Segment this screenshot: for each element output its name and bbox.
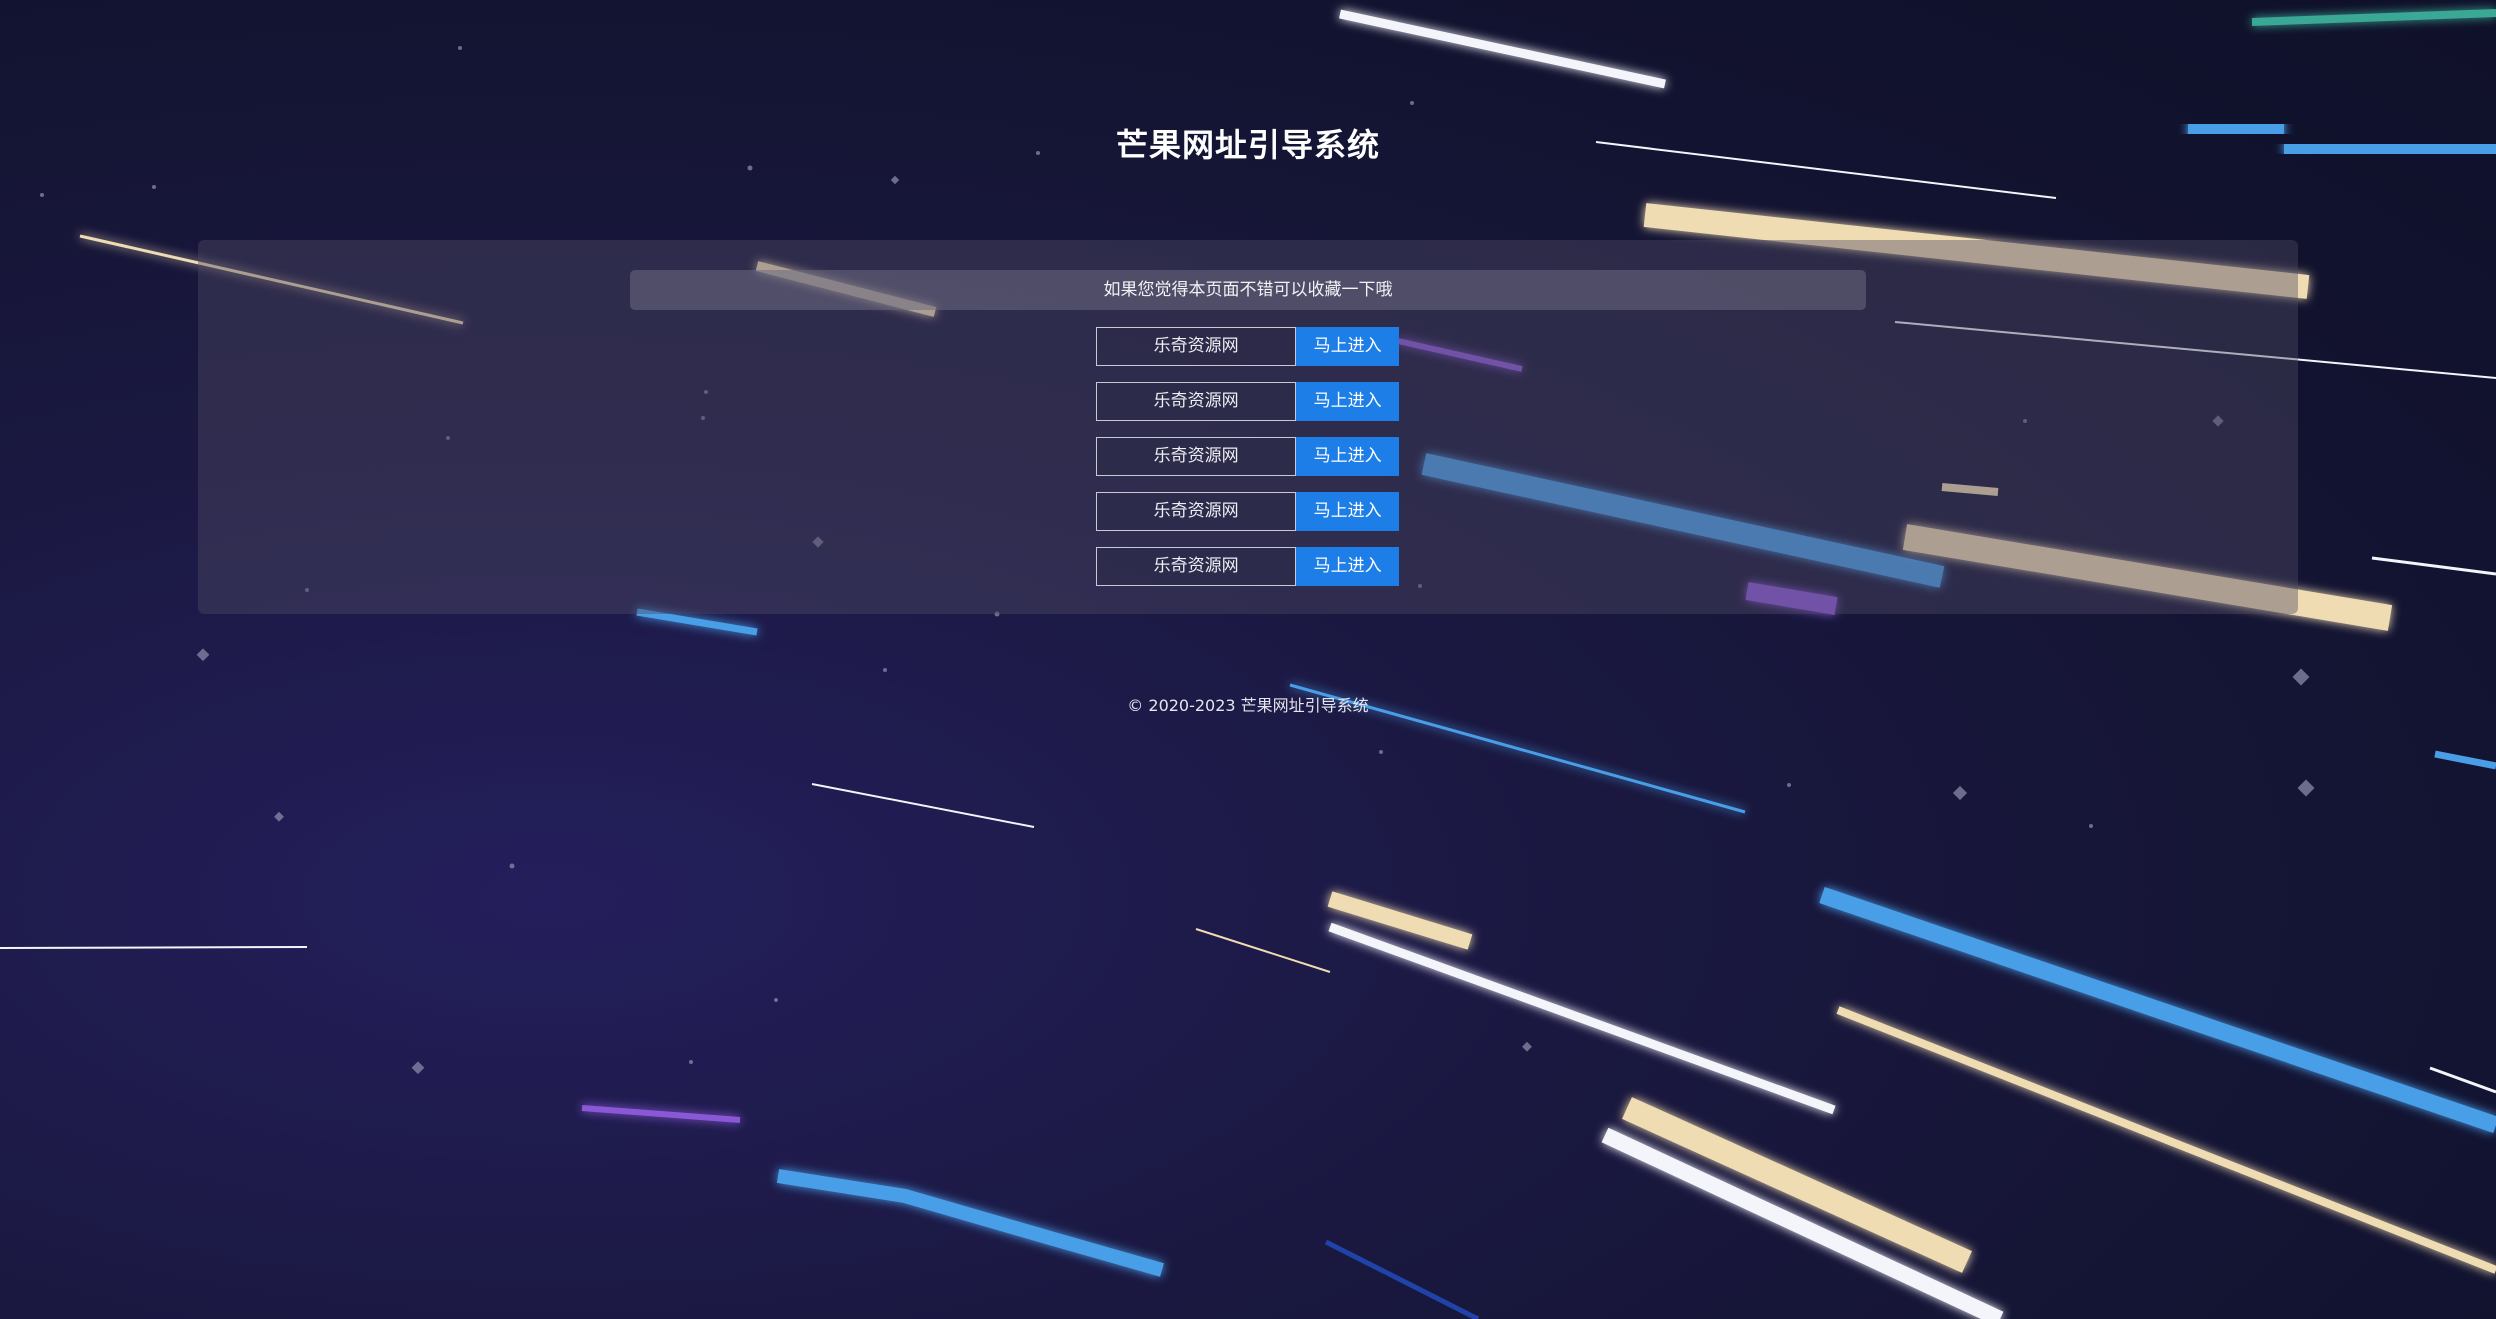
site-name-field[interactable]: 乐奇资源网 — [1096, 382, 1297, 421]
light-streak — [1819, 886, 2496, 1134]
light-streak — [636, 608, 758, 636]
star-particle — [1787, 783, 1791, 787]
star-particle — [890, 175, 900, 185]
star-particle — [883, 668, 887, 672]
star-particle — [747, 165, 753, 171]
star-particle — [2292, 668, 2310, 686]
list-item: 乐奇资源网 马上进入 — [1096, 437, 1399, 476]
light-streak — [1195, 928, 1331, 973]
star-particle — [1522, 1041, 1532, 1052]
site-name-field[interactable]: 乐奇资源网 — [1096, 437, 1297, 476]
list-item: 乐奇资源网 马上进入 — [1096, 382, 1399, 421]
star-particle — [509, 863, 515, 869]
light-streak — [581, 1105, 741, 1123]
star-particle — [1379, 750, 1383, 754]
light-streak — [2434, 750, 2496, 770]
enter-button[interactable]: 马上进入 — [1296, 492, 1399, 531]
star-particle — [40, 193, 44, 197]
star-particle — [2089, 824, 2093, 828]
light-streak — [1622, 1097, 1972, 1273]
enter-button[interactable]: 马上进入 — [1296, 547, 1399, 586]
star-particle — [774, 998, 778, 1002]
light-streak — [811, 783, 1035, 828]
list-item: 乐奇资源网 马上进入 — [1096, 327, 1399, 366]
light-streak — [1328, 922, 1836, 1115]
star-particle — [689, 1060, 693, 1064]
star-particle — [274, 811, 284, 822]
star-particle — [411, 1061, 425, 1075]
light-streak — [1836, 1006, 2496, 1274]
star-particle — [1410, 101, 1414, 105]
light-streak — [1339, 9, 1666, 89]
star-particle — [1952, 785, 1968, 801]
light-streaks-background — [0, 9, 2496, 1319]
star-particle — [152, 185, 156, 189]
list-item: 乐奇资源网 马上进入 — [1096, 492, 1399, 531]
enter-button[interactable]: 马上进入 — [1296, 382, 1399, 421]
site-name-field[interactable]: 乐奇资源网 — [1096, 492, 1297, 531]
star-particle — [2297, 779, 2315, 797]
star-particle — [196, 648, 210, 662]
light-streak — [2429, 1066, 2496, 1094]
light-streak — [776, 1169, 1164, 1277]
enter-button[interactable]: 马上进入 — [1296, 327, 1399, 366]
list-item: 乐奇资源网 马上进入 — [1096, 547, 1399, 586]
enter-button[interactable]: 马上进入 — [1296, 437, 1399, 476]
light-streak — [1324, 1239, 1480, 1319]
site-name-field[interactable]: 乐奇资源网 — [1096, 547, 1297, 586]
links-list: 乐奇资源网 马上进入 乐奇资源网 马上进入 乐奇资源网 马上进入 乐奇资源网 马… — [1096, 327, 1399, 602]
site-name-field[interactable]: 乐奇资源网 — [1096, 327, 1297, 366]
light-streak — [2371, 556, 2496, 576]
page-title: 芒果网址引导系统 — [1115, 126, 1380, 164]
bookmark-notice: 如果您觉得本页面不错可以收藏一下哦 — [630, 270, 1866, 310]
light-streak — [0, 946, 308, 949]
star-particle — [458, 46, 462, 50]
light-streak — [1601, 1127, 2004, 1319]
light-streak — [2251, 9, 2496, 26]
page-background: 芒果网址引导系统 如果您觉得本页面不错可以收藏一下哦 乐奇资源网 马上进入 乐奇… — [0, 0, 2496, 1319]
footer-copyright: © 2020-2023 芒果网址引导系统 — [1127, 696, 1369, 715]
